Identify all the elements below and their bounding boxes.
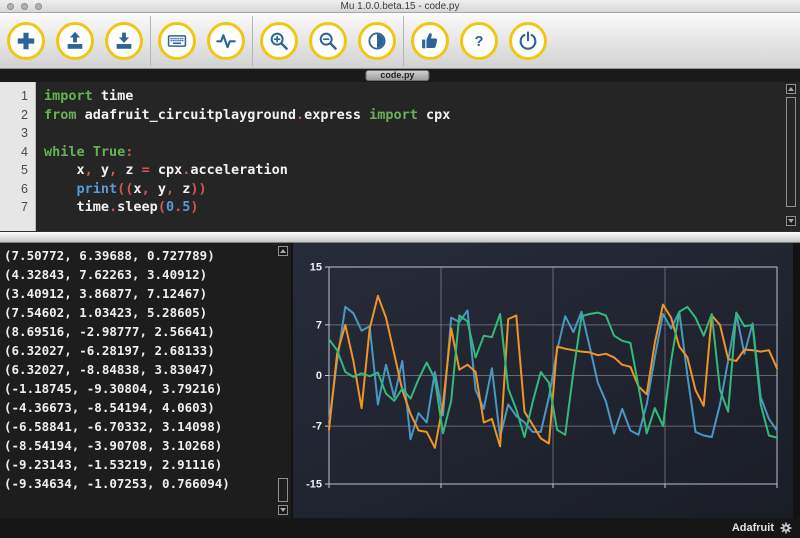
repl-line: (4.32843, 7.62263, 3.40912) xyxy=(4,267,208,282)
toolbar-new-button[interactable] xyxy=(7,21,45,60)
chevron-up-icon xyxy=(788,87,794,91)
toolbar-zoom-in-button[interactable] xyxy=(260,21,298,60)
line-number: 5 xyxy=(21,163,28,177)
repl-line: (3.40912, 3.86877, 7.12467) xyxy=(4,286,208,301)
repl-scrollbar[interactable] xyxy=(278,246,289,516)
line-number: 3 xyxy=(21,126,28,140)
repl-scroll-down-button[interactable] xyxy=(278,505,288,515)
repl-line: (-8.54194, -3.90708, 3.10268) xyxy=(4,438,223,453)
toolbar-zoom-out-button[interactable] xyxy=(309,21,347,60)
status-bar: Adafruit xyxy=(0,518,800,538)
repl-scroll-up-button[interactable] xyxy=(278,246,288,256)
code-line: print((x, y, z)) xyxy=(76,180,207,197)
y-tick-label: 0 xyxy=(316,370,322,382)
repl-line: (7.54602, 1.03423, 5.28605) xyxy=(4,305,208,320)
device-mode-label: Adafruit xyxy=(731,522,774,534)
code-line: x, y, z = cpx.acceleration xyxy=(44,162,288,178)
toolbar-theme-button[interactable] xyxy=(358,21,396,60)
keyboard-icon xyxy=(167,34,187,47)
chevron-down-icon xyxy=(788,219,794,223)
line-number: 1 xyxy=(21,89,28,103)
repl-output: (7.50772, 6.39688, 0.727789) (4.32843, 7.… xyxy=(4,246,230,493)
download-icon xyxy=(116,32,132,49)
toolbar-repl-button[interactable] xyxy=(158,21,196,60)
repl-line: (6.32027, -6.28197, 2.68133) xyxy=(4,343,215,358)
code-editor[interactable]: 1 2 3 4 5 6 7 import time from adafruit_circuit… xyxy=(0,82,800,231)
repl-line: (-4.36673, -8.54194, 4.0603) xyxy=(4,400,215,415)
chevron-down-icon xyxy=(280,508,286,512)
toolbar-load-button[interactable] xyxy=(56,21,94,60)
repl-line: (7.50772, 6.39688, 0.727789) xyxy=(4,248,215,263)
editor-scroll-thumb[interactable] xyxy=(786,97,796,207)
repl-scroll-thumb[interactable] xyxy=(278,478,288,502)
acceleration-plot: 15 7 0 -7 -15 xyxy=(306,262,778,491)
line-number: 7 xyxy=(21,200,28,214)
y-tick-label: 7 xyxy=(316,319,322,331)
title-bar: Mu 1.0.0.beta.15 - code.py xyxy=(0,0,800,13)
line-number: 2 xyxy=(21,107,28,122)
window-title: Mu 1.0.0.beta.15 - code.py xyxy=(340,1,460,12)
toolbar-help-button[interactable]: ? xyxy=(460,21,498,60)
toolbar-group: ? xyxy=(404,21,554,60)
code-lines[interactable]: import time from adafruit_circuitplaygrou… xyxy=(44,82,780,217)
editor-scrollbar[interactable] xyxy=(786,84,797,229)
serial-repl-pane[interactable]: (7.50772, 6.39688, 0.727789) (4.32843, 7.… xyxy=(0,243,291,518)
magnifier-minus-icon xyxy=(319,32,337,50)
repl-line: (-9.34634, -1.07253, 0.766094) xyxy=(4,476,230,491)
bottom-panes: (7.50772, 6.39688, 0.727789) (4.32843, 7.… xyxy=(0,243,800,518)
plotter-pane: 15 7 0 -7 -15 xyxy=(293,243,793,518)
code-line: time.sleep(0.5) xyxy=(44,199,199,215)
line-number-gutter: 1 2 3 4 5 6 7 xyxy=(0,82,36,231)
power-icon xyxy=(519,30,537,50)
repl-line: (8.69516, -2.98777, 2.56641) xyxy=(4,324,215,339)
tab-label: code.py xyxy=(380,70,415,80)
repl-line: (6.32027, -8.84838, 3.83047) xyxy=(4,362,215,377)
code-line: while True: xyxy=(44,143,134,160)
y-tick-label: 15 xyxy=(310,262,322,274)
chevron-up-icon xyxy=(280,249,286,253)
y-tick-label: -15 xyxy=(306,479,322,491)
editor-scroll-up-button[interactable] xyxy=(786,84,796,94)
toolbar-save-button[interactable] xyxy=(105,21,143,60)
thumbs-up-icon xyxy=(422,32,438,48)
gear-icon[interactable] xyxy=(779,521,793,535)
tab-code-py[interactable]: code.py xyxy=(365,70,430,81)
toolbar-plotter-button[interactable] xyxy=(207,21,245,60)
question-icon: ? xyxy=(475,33,484,49)
pulse-icon xyxy=(216,33,236,48)
y-tick-label: -7 xyxy=(312,421,322,433)
toolbar: ? xyxy=(0,13,800,69)
toolbar-group xyxy=(151,21,252,60)
magnifier-plus-icon xyxy=(270,32,288,50)
repl-line: (-6.58841, -6.70332, 3.14098) xyxy=(4,419,223,434)
code-line: import time xyxy=(44,88,134,104)
line-number: 6 xyxy=(21,181,28,196)
toolbar-group xyxy=(0,21,150,60)
plus-icon xyxy=(17,32,35,49)
pane-splitter[interactable] xyxy=(0,231,800,243)
code-line: from adafruit_circuitplayground.express … xyxy=(44,106,451,123)
contrast-icon xyxy=(368,31,386,50)
editor-scroll-down-button[interactable] xyxy=(786,216,796,226)
svg-text:?: ? xyxy=(475,33,484,49)
tab-bar: code.py xyxy=(0,69,800,82)
toolbar-check-button[interactable] xyxy=(411,21,449,60)
toolbar-group xyxy=(253,21,403,60)
repl-line: (-9.23143, -1.53219, 2.91116) xyxy=(4,457,223,472)
upload-icon xyxy=(67,31,83,49)
repl-line: (-1.18745, -9.30804, 3.79216) xyxy=(4,381,223,396)
line-number: 4 xyxy=(21,144,28,159)
toolbar-quit-button[interactable] xyxy=(509,21,547,60)
